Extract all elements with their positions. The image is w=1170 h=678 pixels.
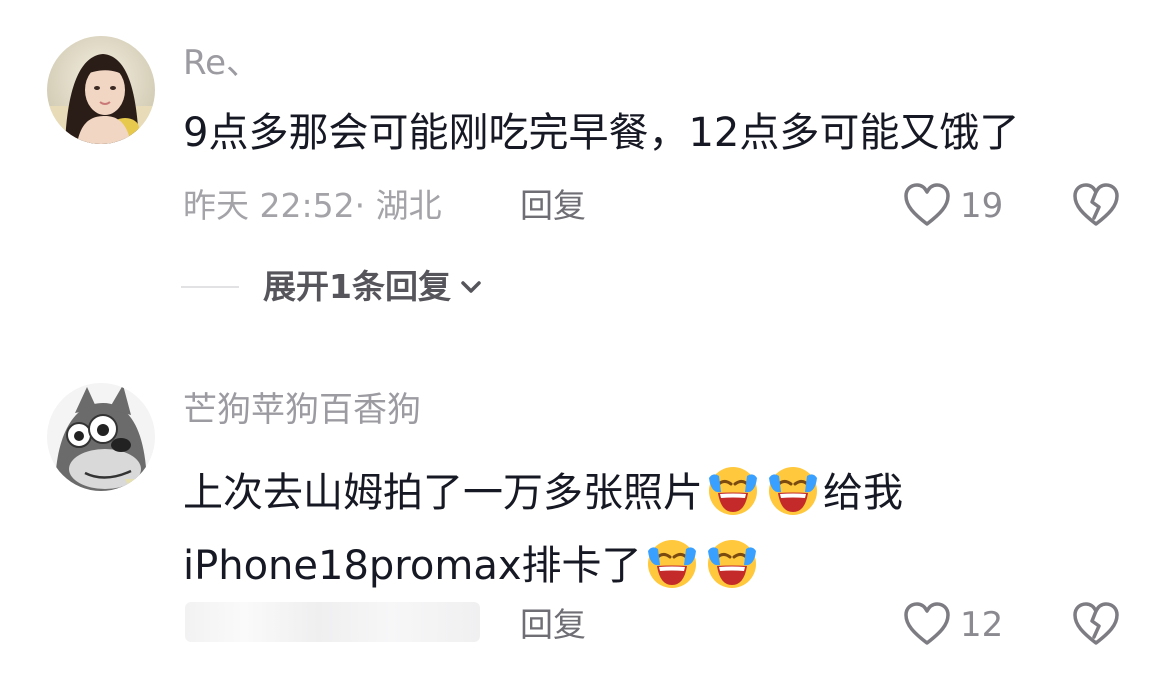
reply-button[interactable]: 回复: [520, 608, 586, 641]
dislike-button[interactable]: [1072, 182, 1120, 228]
comment-text-line-2: iPhone18promax排卡了: [183, 535, 762, 591]
expand-replies-label: 展开1条回复: [263, 267, 451, 306]
like-button[interactable]: [902, 601, 952, 647]
broken-heart-icon: [1073, 602, 1119, 645]
avatar[interactable]: [47, 36, 155, 144]
comment-username[interactable]: 芒狗苹狗百香狗: [183, 393, 421, 427]
divider-line: [181, 286, 239, 288]
laughing-crying-emoji: [765, 462, 821, 518]
comment-meta: 昨天 22:52· 湖北: [183, 186, 442, 225]
avatar-cartoon-wolf: [47, 383, 155, 491]
comment-text: 9点多那会可能刚吃完早餐，12点多可能又饿了: [183, 110, 1020, 156]
broken-heart-icon: [1073, 183, 1119, 226]
avatar-photo: [47, 36, 155, 144]
laughing-crying-emoji: [704, 535, 760, 591]
expand-replies-button[interactable]: 展开1条回复: [263, 270, 483, 303]
chevron-down-icon: [461, 280, 481, 293]
comment-text-part: 上次去山姆拍了一万多张照片: [183, 470, 703, 516]
like-button[interactable]: [902, 182, 952, 228]
reply-button[interactable]: 回复: [520, 189, 586, 222]
heart-outline-icon: [904, 602, 950, 645]
dislike-button[interactable]: [1072, 601, 1120, 647]
avatar[interactable]: [47, 383, 155, 491]
comment-username[interactable]: Re、: [183, 46, 260, 80]
comment-text-line-1: 上次去山姆拍了一万多张照片 给我: [183, 462, 903, 518]
comment-text-part: 给我: [823, 470, 903, 516]
like-count: 12: [960, 605, 1004, 645]
laughing-crying-emoji: [705, 462, 761, 518]
heart-outline-icon: [904, 183, 950, 226]
redacted-meta: [185, 602, 480, 642]
laughing-crying-emoji: [644, 535, 700, 591]
comment-text-part: iPhone18promax排卡了: [183, 543, 642, 589]
like-count: 19: [960, 186, 1004, 226]
